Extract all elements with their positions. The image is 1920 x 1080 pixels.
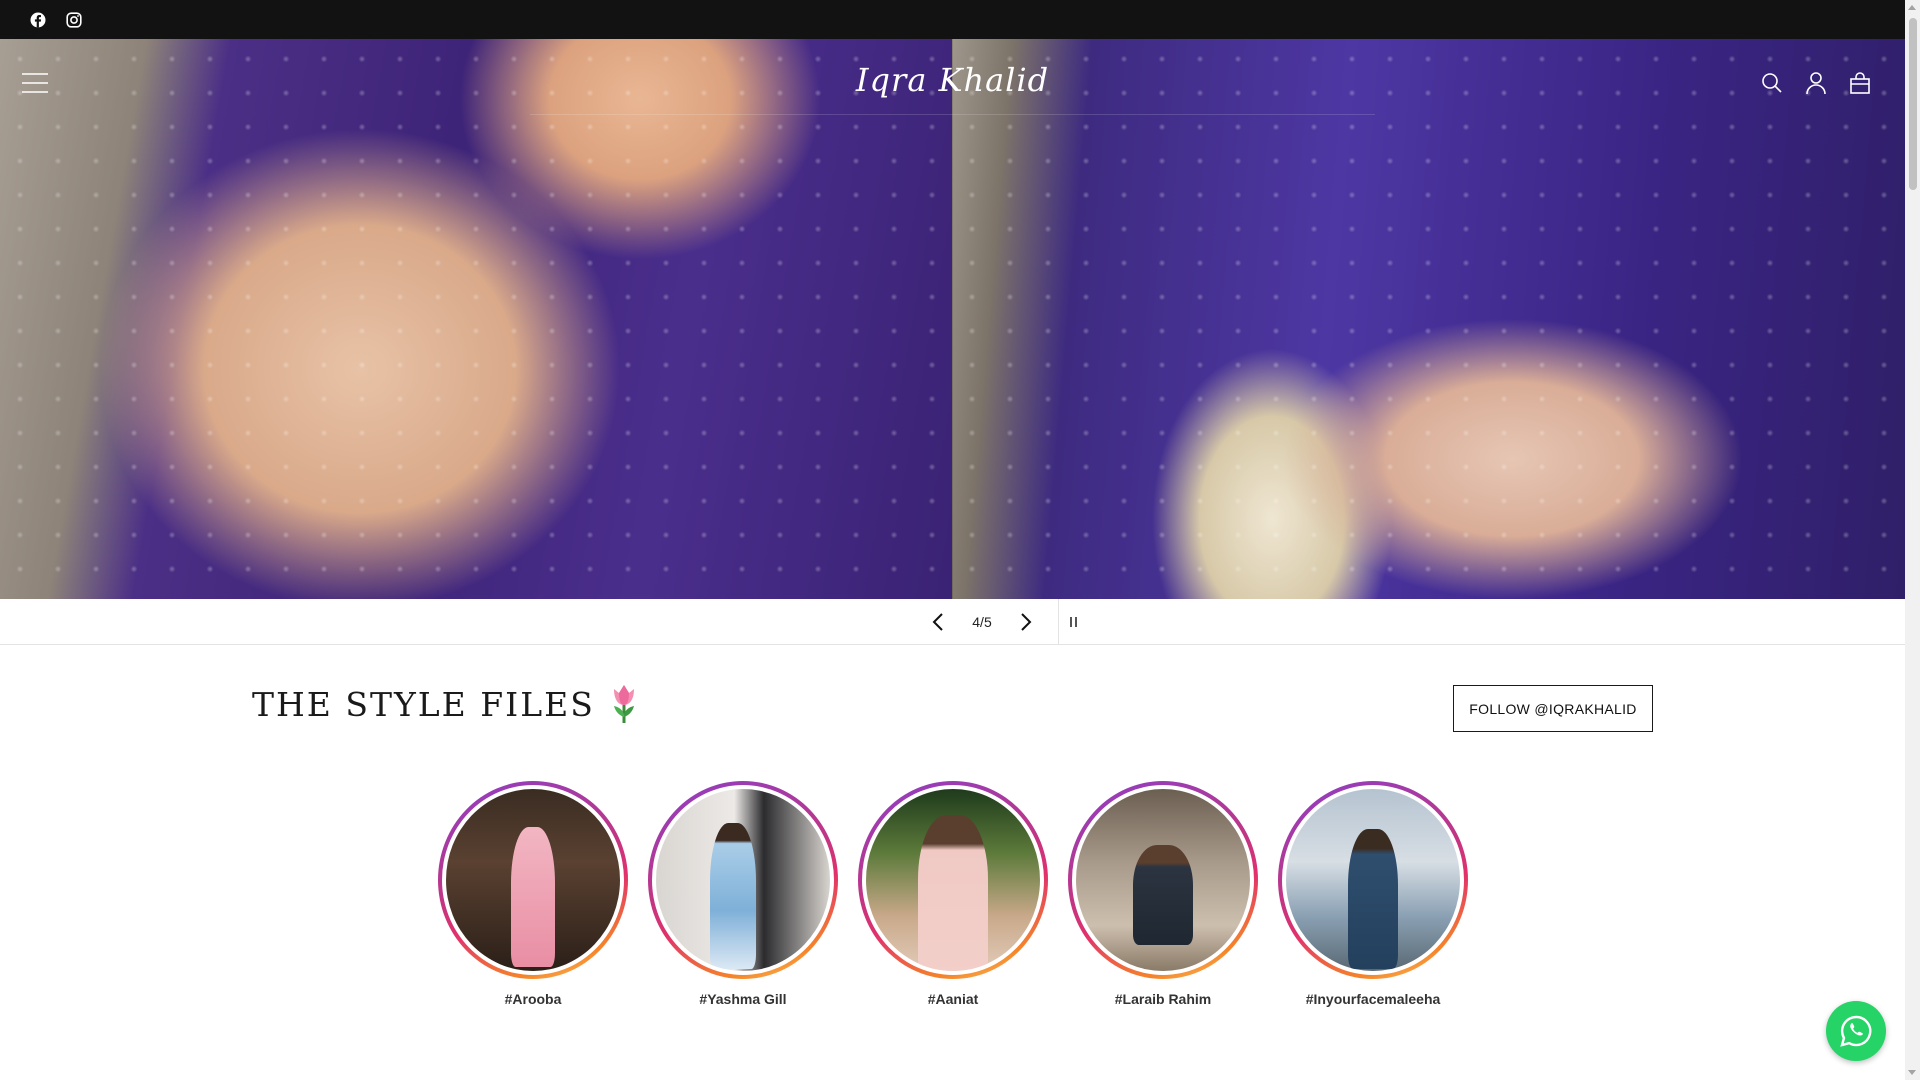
header-divider [530,114,1375,115]
story-label: #Aaniat [927,991,979,1007]
shopping-bag-icon[interactable] [1845,68,1875,98]
scroll-down-icon[interactable] [1908,1070,1916,1075]
hamburger-menu-icon[interactable] [20,68,50,98]
story-item[interactable]: #Inyourfacemaleeha [1278,781,1468,1007]
social-bar [0,0,1905,39]
chevron-left-icon[interactable] [916,600,960,644]
tulip-icon [609,683,639,725]
story-photo [1076,789,1250,971]
whatsapp-icon[interactable] [1826,1001,1886,1061]
pause-icon[interactable] [1059,600,1089,644]
story-photo [866,789,1040,971]
header-actions [1757,68,1875,98]
follow-instagram-button[interactable]: FOLLOW @IQRAKHALID [1453,685,1653,732]
slide-counter: 4/5 [972,613,992,630]
story-ring [648,781,838,979]
facebook-icon[interactable] [28,10,48,30]
story-label: #Arooba [504,991,562,1007]
site-header: Iqra Khalid [0,39,1905,127]
story-ring [858,781,1048,979]
section-title: THE STYLE FILES [252,683,639,725]
story-item[interactable]: #Laraib Rahim [1068,781,1258,1007]
page-scrollbar[interactable] [1905,0,1920,1080]
page: Iqra Khalid 4/5 THE STYLE FILES FOLLOW @… [0,0,1920,1080]
story-item[interactable]: #Yashma Gill [648,781,838,1007]
story-item[interactable]: #Arooba [438,781,628,1007]
story-label: #Laraib Rahim [1114,991,1212,1007]
slideshow-pagination: 4/5 [916,598,1089,645]
story-item[interactable]: #Aaniat [858,781,1048,1007]
story-ring [1068,781,1258,979]
style-stories: #Arooba #Yashma Gill #Aaniat #Laraib Rah… [438,781,1468,1007]
scroll-up-icon[interactable] [1908,5,1916,10]
instagram-icon[interactable] [64,10,84,30]
story-photo [1286,789,1460,971]
site-logo[interactable]: Iqra Khalid [856,61,1049,99]
chevron-right-icon[interactable] [1004,600,1048,644]
story-label: #Inyourfacemaleeha [1305,991,1441,1007]
story-photo [656,789,830,971]
story-label: #Yashma Gill [699,991,787,1007]
search-icon[interactable] [1757,68,1787,98]
story-photo [446,789,620,971]
section-title-text: THE STYLE FILES [252,684,595,724]
scrollbar-thumb[interactable] [1909,18,1917,190]
slideshow-controls: 4/5 [0,598,1905,645]
account-icon[interactable] [1801,68,1831,98]
story-ring [438,781,628,979]
story-ring [1278,781,1468,979]
